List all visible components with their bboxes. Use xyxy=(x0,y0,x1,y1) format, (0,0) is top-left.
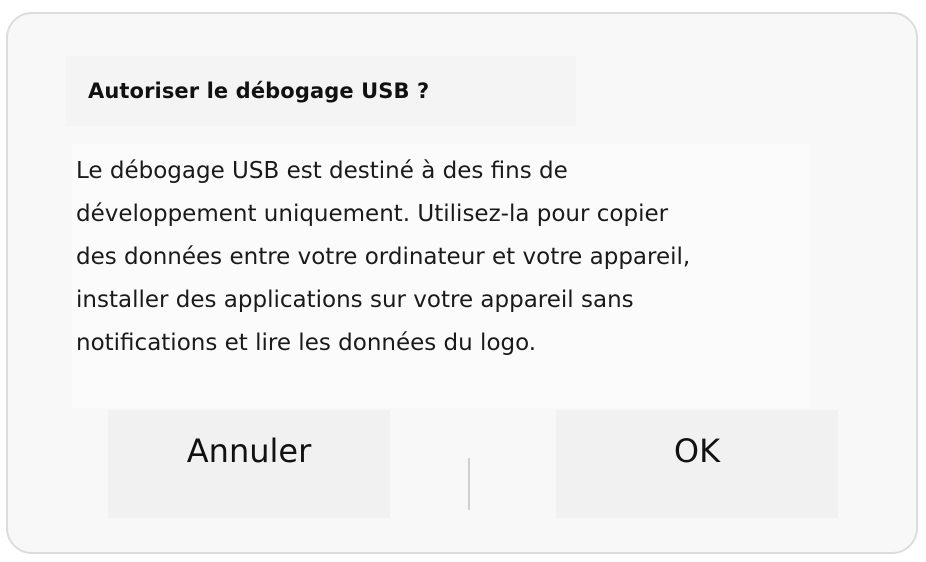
cancel-button[interactable]: Annuler xyxy=(108,410,390,518)
usb-debugging-dialog: Autoriser le débogage USB ? Le débogage … xyxy=(6,12,918,554)
dialog-message-container: Le débogage USB est destiné à des fins d… xyxy=(72,144,810,408)
ok-button[interactable]: OK xyxy=(556,410,838,518)
dialog-header: Autoriser le débogage USB ? xyxy=(66,56,576,126)
dialog-title: Autoriser le débogage USB ? xyxy=(88,79,430,103)
button-divider xyxy=(468,458,470,510)
dialog-message: Le débogage USB est destiné à des fins d… xyxy=(76,158,691,356)
